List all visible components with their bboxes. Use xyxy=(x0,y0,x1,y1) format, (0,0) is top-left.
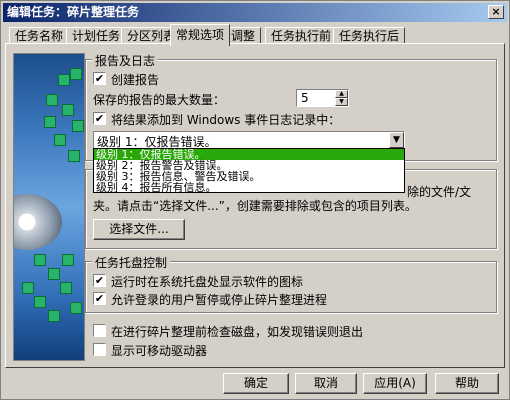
log-level-select[interactable]: 级别 1：仅报告错误。 ▼ xyxy=(93,131,405,149)
max-reports-value: 5 xyxy=(301,91,309,105)
show-tray-icon-label: 运行时在系统托盘处显示软件的图标 xyxy=(111,275,304,289)
apply-button[interactable]: 应用(A) xyxy=(363,373,427,394)
tab-general-options[interactable]: 常规选项 xyxy=(170,24,231,46)
window-title: 编辑任务：碎片整理任务 xyxy=(7,5,140,19)
help-button[interactable]: 帮助 xyxy=(435,373,499,394)
check-disk-label: 在进行碎片整理前检查磁盘，如发现错误则退出 xyxy=(111,325,364,339)
show-removable-checkbox[interactable] xyxy=(93,343,106,356)
max-reports-stepper[interactable]: 5 ▲ ▼ xyxy=(296,89,349,107)
exclude-text-line2: 夹。请点击“选择文件...”，创建需要排除或包含的项目列表。 xyxy=(93,199,417,213)
title-bar: 编辑任务：碎片整理任务 × xyxy=(3,3,507,22)
create-report-label: 创建报告 xyxy=(111,73,160,87)
chevron-down-icon[interactable]: ▼ xyxy=(389,132,404,148)
select-files-button[interactable]: 选择文件... xyxy=(93,219,185,240)
cancel-button[interactable]: 取消 xyxy=(295,373,357,394)
add-to-eventlog-checkbox[interactable]: ✔ xyxy=(93,112,106,125)
log-level-option-4[interactable]: 级别 4：报告所有信息。 xyxy=(94,182,404,193)
close-button[interactable]: × xyxy=(488,5,504,19)
show-removable-label: 显示可移动驱动器 xyxy=(111,344,208,358)
report-log-group-title: 报告及日志 xyxy=(92,52,159,69)
dialog-window: 编辑任务：碎片整理任务 × 任务名称 计划任务 分区列表 常规选项 调整 任务执… xyxy=(0,0,510,400)
log-level-dropdown: 级别 1：仅报告错误。 级别 2：报告警告及错误。 级别 3：报告信息、警告及错… xyxy=(93,148,405,193)
close-icon: × xyxy=(491,5,501,18)
spin-down-icon[interactable]: ▼ xyxy=(335,98,348,106)
ok-button[interactable]: 确定 xyxy=(223,373,289,394)
show-tray-icon-checkbox[interactable]: ✔ xyxy=(93,274,106,287)
allow-pause-checkbox[interactable]: ✔ xyxy=(93,292,106,305)
add-to-eventlog-label: 将结果添加到 Windows 事件日志记录中： xyxy=(111,113,341,127)
create-report-checkbox[interactable]: ✔ xyxy=(93,72,106,85)
spin-up-icon[interactable]: ▲ xyxy=(335,90,348,98)
tray-group-title: 任务托盘控制 xyxy=(92,254,171,271)
max-reports-label: 保存的报告的最大数量： xyxy=(93,93,226,107)
allow-pause-label: 允许登录的用户暂停或停止碎片整理进程 xyxy=(111,293,328,307)
defrag-illustration xyxy=(13,53,85,361)
check-disk-checkbox[interactable] xyxy=(93,324,106,337)
